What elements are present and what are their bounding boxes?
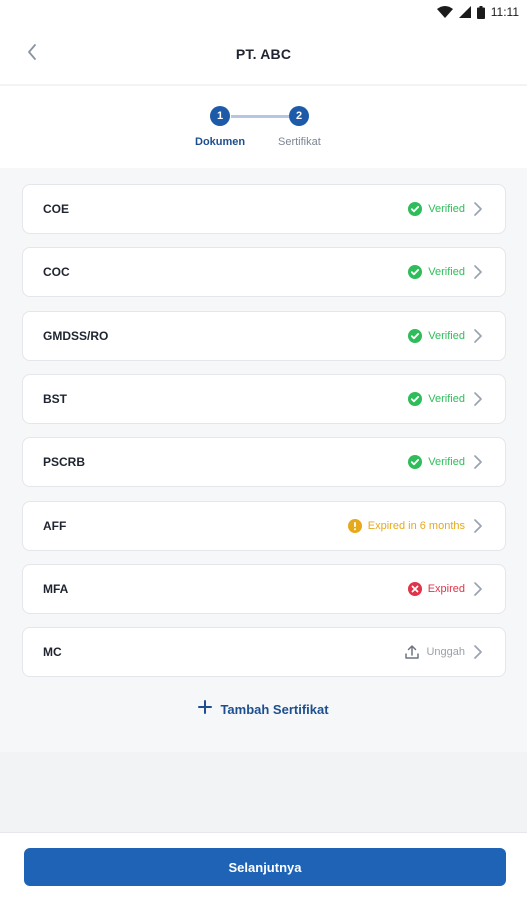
document-status-label: Verified [428, 330, 465, 342]
document-row-bst[interactable]: BST Verified [22, 374, 506, 424]
document-row-gmdss-ro[interactable]: GMDSS/RO Verified [22, 311, 506, 361]
upload-icon [404, 644, 420, 660]
document-name: COE [43, 202, 70, 216]
document-status-label: Verified [428, 393, 465, 405]
document-status-label: Unggah [426, 646, 465, 658]
wifi-icon [436, 6, 453, 18]
document-status: Unggah [404, 644, 465, 660]
document-status-label: Verified [428, 203, 465, 215]
document-status: Verified [408, 329, 465, 343]
document-name: AFF [43, 519, 67, 533]
document-row-aff[interactable]: AFF Expired in 6 months [22, 501, 506, 551]
document-status: Verified [408, 455, 465, 469]
document-row-coc[interactable]: COC Verified [22, 247, 506, 297]
step-2-label: Sertifikat [278, 136, 321, 148]
step-1-label: Dokumen [195, 136, 246, 148]
chevron-right-icon [473, 582, 485, 596]
battery-icon [476, 5, 485, 19]
page-title: PT. ABC [235, 46, 292, 62]
back-button[interactable] [20, 42, 44, 66]
document-name: COC [43, 265, 70, 279]
chevron-right-icon [473, 519, 485, 533]
check-circle-icon [408, 202, 423, 216]
document-status: Expired [407, 582, 465, 596]
status-time: 11:11 [490, 5, 519, 19]
document-status-label: Expired in 6 months [367, 520, 465, 532]
add-certificate-button[interactable]: Tambah Sertifikat [0, 700, 527, 719]
stepper [0, 86, 527, 168]
document-name: MC [43, 645, 62, 659]
step-2-circle[interactable]: 2 [289, 106, 309, 126]
document-name: BST [43, 392, 67, 406]
document-status: Verified [408, 392, 465, 406]
document-status-label: Verified [428, 266, 465, 278]
document-status-label: Expired [427, 583, 465, 595]
document-row-coe[interactable]: COE Verified [22, 184, 506, 234]
signal-icon [458, 6, 471, 18]
document-status: Verified [408, 202, 465, 216]
chevron-right-icon [473, 455, 485, 469]
check-circle-icon [408, 329, 423, 343]
document-row-pscrb[interactable]: PSCRB Verified [22, 437, 506, 487]
document-row-mfa[interactable]: MFA Expired [22, 564, 506, 614]
document-status: Verified [408, 265, 465, 279]
status-bar: 11:11 [0, 0, 527, 24]
plus-icon [198, 700, 213, 719]
document-name: GMDSS/RO [43, 329, 109, 343]
chevron-right-icon [473, 202, 485, 216]
next-button[interactable]: Selanjutnya [24, 848, 506, 886]
check-circle-icon [408, 392, 423, 406]
check-circle-icon [408, 265, 423, 279]
chevron-right-icon [473, 645, 485, 659]
chevron-left-icon [26, 43, 38, 66]
document-row-mc[interactable]: MC Unggah [22, 627, 506, 677]
error-circle-icon [407, 582, 422, 596]
document-name: PSCRB [43, 455, 86, 469]
app-header: PT. ABC [0, 24, 527, 84]
add-certificate-label: Tambah Sertifikat [220, 702, 329, 717]
document-status-label: Verified [428, 456, 465, 468]
chevron-right-icon [473, 265, 485, 279]
warning-circle-icon [347, 519, 362, 533]
stepper-connector [231, 115, 289, 118]
step-1-circle[interactable]: 1 [210, 106, 230, 126]
chevron-right-icon [473, 392, 485, 406]
chevron-right-icon [473, 329, 485, 343]
document-status: Expired in 6 months [347, 519, 465, 533]
check-circle-icon [408, 455, 423, 469]
document-name: MFA [43, 582, 69, 596]
